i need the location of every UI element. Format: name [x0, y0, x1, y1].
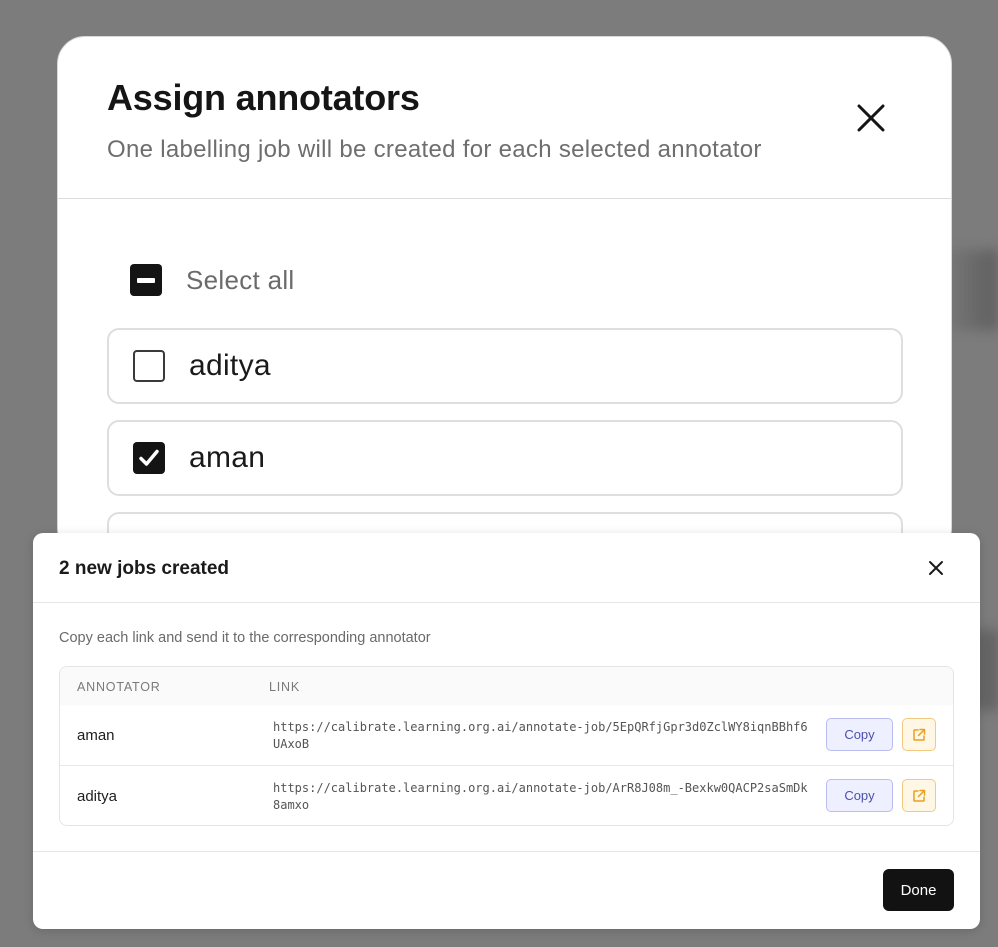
checkbox-unchecked[interactable]: [133, 350, 165, 382]
external-link-icon: [913, 728, 926, 741]
jobs-dialog-footer: Done: [33, 851, 980, 929]
column-header-link: LINK: [269, 680, 300, 694]
select-all-row[interactable]: Select all: [130, 263, 295, 297]
annotator-option-aditya[interactable]: aditya: [107, 328, 903, 404]
jobs-table: ANNOTATOR LINK aman https://calibrate.le…: [59, 666, 954, 826]
annotator-option-label: aditya: [189, 349, 271, 382]
checkmark-icon: [139, 449, 159, 466]
external-link-icon: [913, 789, 926, 802]
copy-button[interactable]: Copy: [826, 779, 893, 812]
annotator-option-aman[interactable]: aman: [107, 420, 903, 496]
row-link[interactable]: https://calibrate.learning.org.ai/annota…: [273, 780, 813, 814]
assign-dialog-subtitle: One labelling job will be created for ea…: [107, 136, 762, 163]
copy-button[interactable]: Copy: [826, 718, 893, 751]
jobs-dialog-description: Copy each link and send it to the corres…: [59, 630, 431, 646]
table-row: aman https://calibrate.learning.org.ai/a…: [60, 705, 953, 765]
select-all-label: Select all: [186, 264, 295, 295]
jobs-dialog-header: 2 new jobs created: [33, 533, 980, 603]
row-annotator: aman: [77, 727, 115, 744]
jobs-created-dialog: 2 new jobs created Copy each link and se…: [33, 533, 980, 929]
column-header-annotator: ANNOTATOR: [77, 680, 161, 694]
open-link-button[interactable]: [902, 779, 936, 812]
assign-dialog-title: Assign annotators: [107, 77, 420, 118]
open-link-button[interactable]: [902, 718, 936, 751]
checkbox-indeterminate-icon[interactable]: [130, 264, 162, 296]
assign-dialog-header: Assign annotators One labelling job will…: [58, 37, 951, 199]
checkbox-checked[interactable]: [133, 442, 165, 474]
close-icon[interactable]: [928, 560, 944, 576]
row-annotator: aditya: [77, 788, 118, 805]
assign-annotators-dialog: Assign annotators One labelling job will…: [57, 36, 952, 556]
annotator-option-label: aman: [189, 441, 266, 474]
done-button[interactable]: Done: [883, 869, 954, 911]
jobs-dialog-title: 2 new jobs created: [59, 558, 230, 579]
table-header: ANNOTATOR LINK: [60, 667, 953, 705]
close-icon[interactable]: [854, 101, 888, 135]
row-link[interactable]: https://calibrate.learning.org.ai/annota…: [273, 719, 813, 753]
table-row: aditya https://calibrate.learning.org.ai…: [60, 765, 953, 825]
